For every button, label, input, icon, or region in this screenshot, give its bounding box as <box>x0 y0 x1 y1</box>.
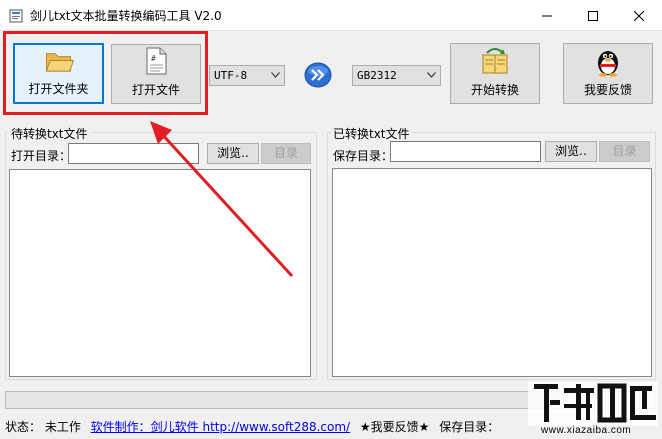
maximize-button[interactable] <box>570 0 616 31</box>
source-encoding-value: UTF-8 <box>214 69 248 82</box>
left-group-title: 待转换txt文件 <box>9 125 90 142</box>
maximize-icon <box>588 10 598 21</box>
left-browse-button[interactable]: 浏览.. <box>207 143 259 164</box>
feedback-button[interactable]: 我要反馈 <box>563 43 653 104</box>
left-dir-button[interactable]: 目录 <box>261 143 311 164</box>
chevron-down-icon <box>271 72 280 78</box>
open-dir-input[interactable] <box>68 143 199 164</box>
qq-penguin-icon <box>598 51 618 77</box>
chevron-down-icon <box>427 72 436 78</box>
app-icon <box>9 9 23 23</box>
convert-files-icon <box>482 48 508 74</box>
converted-file-list[interactable] <box>332 168 652 377</box>
app-window: 剑儿txt文本批量转换编码工具 V2.0 打开文件夹 # 打开文件 UTF-8 … <box>0 0 662 439</box>
right-dir-button[interactable]: 目录 <box>599 141 650 162</box>
feedback-label: 我要反馈 <box>583 83 632 97</box>
minimize-button[interactable] <box>524 0 570 31</box>
right-group-title: 已转换txt文件 <box>331 125 412 142</box>
source-file-list[interactable] <box>9 169 311 377</box>
right-browse-button[interactable]: 浏览.. <box>545 141 597 162</box>
target-encoding-select[interactable]: GB2312 <box>352 65 441 86</box>
source-encoding-select[interactable]: UTF-8 <box>209 65 285 86</box>
minimize-icon <box>542 15 552 16</box>
save-dir-input[interactable] <box>390 141 541 162</box>
convert-arrow-icon <box>304 62 332 88</box>
save-dir-label: 保存目录： <box>333 149 394 163</box>
window-title: 剑儿txt文本批量转换编码工具 V2.0 <box>30 9 222 23</box>
start-convert-button[interactable]: 开始转换 <box>450 43 540 104</box>
author-link[interactable]: 软件制作：剑儿软件 http://www.soft288.com/ <box>91 420 350 434</box>
highlight-box <box>3 31 208 115</box>
open-dir-label: 打开目录： <box>11 149 72 163</box>
close-button[interactable] <box>616 0 662 31</box>
watermark-url: www.xiazaiba.com <box>541 425 632 436</box>
target-encoding-value: GB2312 <box>357 69 397 82</box>
close-icon <box>634 10 644 21</box>
title-bar: 剑儿txt文本批量转换编码工具 V2.0 <box>0 0 662 31</box>
feedback-link[interactable]: ★我要反馈★ <box>360 420 430 434</box>
start-convert-label: 开始转换 <box>470 83 519 97</box>
status-save-dir: 保存目录： <box>439 420 500 434</box>
status-text: 状态： 未工作 <box>5 420 81 434</box>
